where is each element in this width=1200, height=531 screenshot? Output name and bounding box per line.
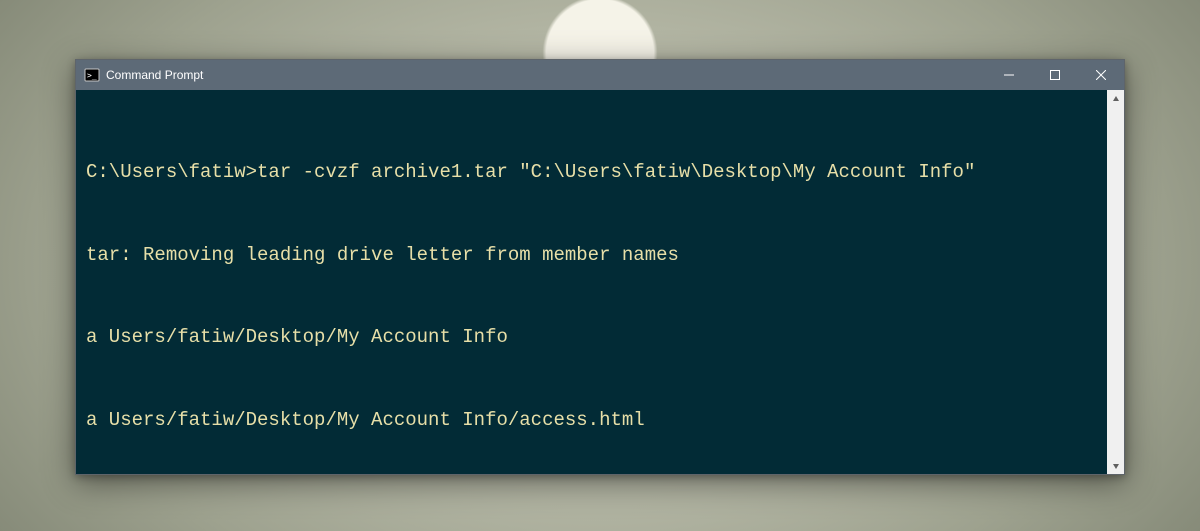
svg-text:>_: >_ xyxy=(87,71,97,80)
vertical-scrollbar[interactable] xyxy=(1107,90,1124,474)
command-prompt-window: >_ Command Prompt C:\Users\fatiw>tar -cv… xyxy=(75,59,1125,475)
titlebar[interactable]: >_ Command Prompt xyxy=(76,60,1124,90)
output-line: tar: Removing leading drive letter from … xyxy=(86,242,1097,270)
minimize-button[interactable] xyxy=(986,60,1032,90)
output-line: a Users/fatiw/Desktop/My Account Info/ac… xyxy=(86,407,1097,435)
command-text: tar -cvzf archive1.tar "C:\Users\fatiw\D… xyxy=(257,161,975,183)
cmd-icon: >_ xyxy=(84,67,100,83)
command-line-1: C:\Users\fatiw>tar -cvzf archive1.tar "C… xyxy=(86,159,1097,187)
maximize-button[interactable] xyxy=(1032,60,1078,90)
scrollbar-track[interactable] xyxy=(1107,107,1124,457)
window-title: Command Prompt xyxy=(106,68,203,82)
prompt: C:\Users\fatiw> xyxy=(86,161,257,183)
close-button[interactable] xyxy=(1078,60,1124,90)
terminal-output[interactable]: C:\Users\fatiw>tar -cvzf archive1.tar "C… xyxy=(76,90,1107,474)
scroll-up-button[interactable] xyxy=(1107,90,1124,107)
client-area: C:\Users\fatiw>tar -cvzf archive1.tar "C… xyxy=(76,90,1124,474)
scroll-down-button[interactable] xyxy=(1107,457,1124,474)
output-line: a Users/fatiw/Desktop/My Account Info xyxy=(86,324,1097,352)
